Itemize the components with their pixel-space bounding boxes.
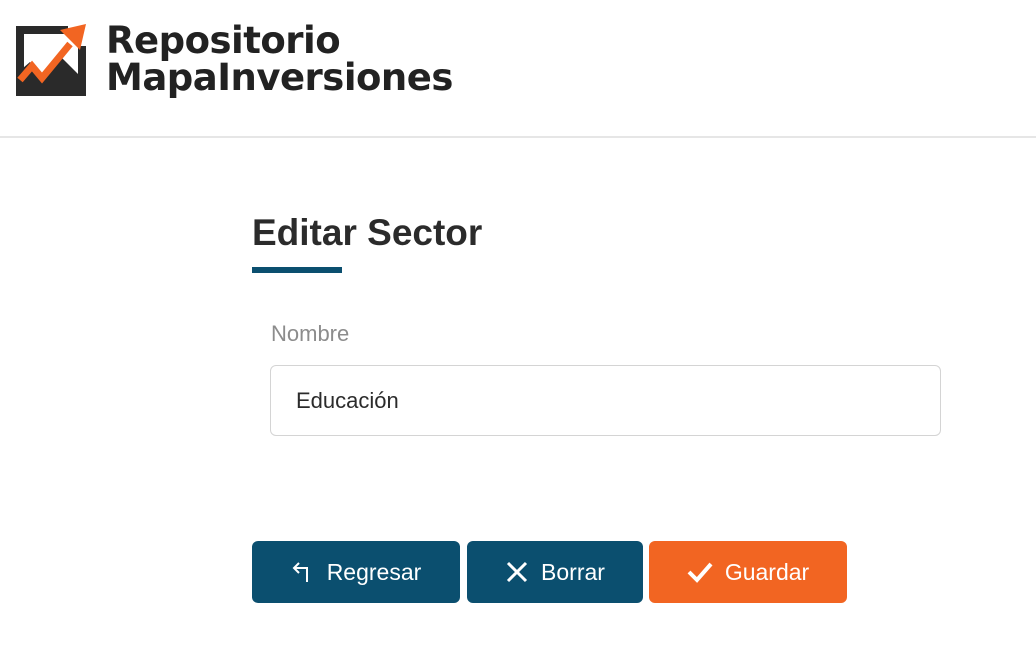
check-icon — [687, 560, 713, 584]
brand-name[interactable]: Repositorio MapaInversiones — [106, 22, 453, 96]
nombre-label: Nombre — [271, 321, 350, 346]
app-header: Repositorio MapaInversiones — [0, 0, 1036, 138]
title-underline — [252, 267, 342, 273]
brand-line-1: Repositorio — [106, 19, 341, 62]
close-icon — [505, 560, 529, 584]
page-title: Editar Sector — [252, 212, 483, 253]
delete-button[interactable]: Borrar — [467, 541, 643, 603]
brand-line-2: MapaInversiones — [106, 56, 453, 99]
back-button-label: Regresar — [326, 558, 422, 585]
chart-trend-up-icon[interactable] — [16, 24, 88, 96]
save-button-label: Guardar — [724, 558, 810, 585]
return-arrow-icon — [291, 560, 315, 584]
save-button[interactable]: Guardar — [649, 541, 847, 603]
delete-button-label: Borrar — [541, 558, 605, 585]
nombre-input[interactable] — [270, 365, 941, 436]
back-button[interactable]: Regresar — [252, 541, 460, 603]
